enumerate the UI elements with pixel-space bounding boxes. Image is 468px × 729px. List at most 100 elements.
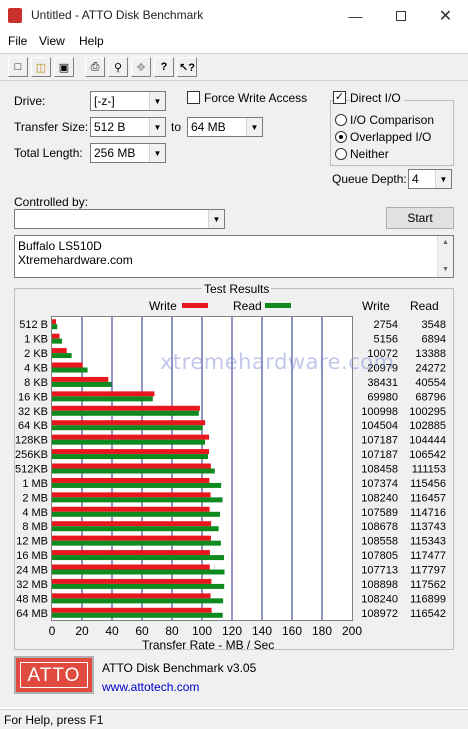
- write-bar: [52, 477, 210, 483]
- x-tick-label: 100: [192, 624, 212, 638]
- x-tick-label: 0: [49, 624, 56, 638]
- write-bar: [52, 506, 210, 512]
- read-value: 117797: [410, 565, 446, 577]
- read-value: 3548: [422, 319, 446, 331]
- status-bar: For Help, press F1: [0, 709, 468, 729]
- category-label: 1 KB: [24, 334, 48, 346]
- write-bar: [52, 405, 200, 411]
- write-value: 104504: [361, 420, 398, 432]
- attotech-link[interactable]: www.attotech.com: [102, 680, 199, 694]
- x-tick-label: 140: [252, 624, 272, 638]
- x-tick-label: 40: [105, 624, 119, 638]
- read-value: 115456: [410, 478, 446, 490]
- x-tick-label: 20: [75, 624, 89, 638]
- write-value: 69980: [367, 391, 398, 403]
- write-bar: [52, 449, 210, 455]
- x-tick-label: 120: [222, 624, 242, 638]
- read-bar: [52, 410, 199, 416]
- category-label: 48 MB: [16, 593, 48, 605]
- read-value: 68796: [415, 391, 446, 403]
- category-label: 24 MB: [16, 565, 48, 577]
- read-bar: [52, 381, 112, 387]
- write-bar: [52, 420, 206, 426]
- write-bar: [52, 333, 60, 339]
- read-value: 106542: [409, 449, 446, 461]
- category-label: 4 MB: [22, 507, 48, 519]
- write-bar: [52, 434, 210, 440]
- write-bar: [52, 550, 210, 556]
- category-label: 512KB: [15, 464, 48, 476]
- read-bar: [52, 454, 208, 460]
- write-bar: [52, 492, 211, 498]
- category-label: 2 MB: [22, 492, 48, 504]
- write-value: 108558: [361, 536, 398, 548]
- read-bar: [52, 497, 223, 503]
- write-value: 2754: [374, 319, 398, 331]
- category-label: 1 MB: [22, 478, 48, 490]
- write-bar: [52, 463, 211, 469]
- write-value: 108678: [361, 521, 398, 533]
- read-value: 111153: [412, 464, 446, 476]
- read-value: 116542: [410, 608, 446, 620]
- write-bar: [52, 391, 155, 397]
- read-value: 100295: [409, 406, 446, 418]
- category-label: 64 KB: [18, 420, 48, 432]
- x-tick-label: 80: [165, 624, 179, 638]
- read-bar: [52, 324, 58, 330]
- category-label: 2 KB: [24, 348, 48, 360]
- read-value: 114716: [410, 507, 446, 519]
- read-bar: [52, 583, 225, 589]
- category-label: 8 KB: [24, 377, 48, 389]
- read-bar: [52, 540, 221, 546]
- write-bar: [52, 607, 212, 613]
- read-value: 13388: [415, 348, 446, 360]
- read-bar: [52, 598, 224, 604]
- category-label: 12 MB: [16, 536, 48, 548]
- read-value: 24272: [415, 363, 446, 375]
- category-label: 128KB: [15, 435, 48, 447]
- write-value: 108898: [361, 579, 398, 591]
- read-bar: [52, 425, 203, 431]
- x-tick-label: 160: [282, 624, 302, 638]
- atto-logo-text: ATTO: [20, 662, 88, 688]
- category-label: 16 MB: [16, 550, 48, 562]
- watermark-text: xtremehardware.com: [160, 350, 395, 374]
- atto-logo: ATTO: [14, 656, 94, 694]
- read-bar: [52, 338, 63, 344]
- write-value: 107589: [361, 507, 398, 519]
- write-bar: [52, 593, 211, 599]
- write-value: 100998: [361, 406, 398, 418]
- read-value: 104444: [409, 435, 446, 447]
- category-label: 512 B: [19, 319, 48, 331]
- write-value: 107187: [361, 435, 398, 447]
- write-bar: [52, 535, 211, 541]
- read-bar: [52, 367, 88, 373]
- read-bar: [52, 482, 222, 488]
- read-value: 115343: [410, 536, 446, 548]
- read-value: 113743: [410, 521, 446, 533]
- read-value: 6894: [422, 334, 446, 346]
- write-value: 5156: [374, 334, 398, 346]
- read-bar: [52, 468, 215, 474]
- write-bar: [52, 521, 212, 527]
- read-bar: [52, 555, 225, 561]
- write-bar: [52, 578, 212, 584]
- read-value: 116457: [410, 492, 446, 504]
- category-label: 4 KB: [24, 363, 48, 375]
- read-bar: [52, 396, 153, 402]
- category-label: 8 MB: [22, 521, 48, 533]
- write-value: 38431: [367, 377, 398, 389]
- category-label: 256KB: [15, 449, 48, 461]
- write-bar: [52, 319, 57, 325]
- read-bar: [52, 439, 205, 445]
- product-name: ATTO Disk Benchmark v3.05: [102, 661, 257, 675]
- write-bar: [52, 376, 109, 382]
- x-tick-label: 180: [312, 624, 332, 638]
- x-tick-label: 60: [135, 624, 149, 638]
- read-value: 117562: [410, 579, 446, 591]
- x-axis-title: Transfer Rate - MB / Sec: [142, 638, 275, 652]
- read-value: 40554: [415, 377, 446, 389]
- category-label: 64 MB: [16, 608, 48, 620]
- read-value: 102885: [409, 420, 446, 432]
- category-label: 32 KB: [18, 406, 48, 418]
